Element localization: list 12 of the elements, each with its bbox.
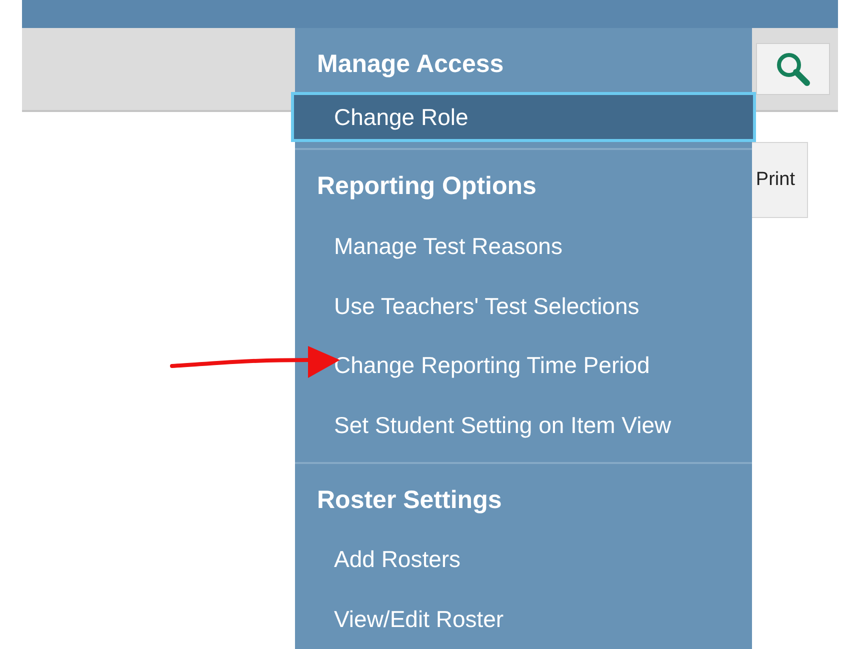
menu-item[interactable]: View/Edit Roster <box>295 589 752 649</box>
search-icon <box>775 51 811 87</box>
search-button[interactable] <box>756 43 830 95</box>
menu-item[interactable]: Change Reporting Time Period <box>295 336 752 396</box>
menu-item[interactable]: Manage Test Reasons <box>295 216 752 276</box>
menu-section-heading: Reporting Options <box>316 171 538 202</box>
menu-section-heading: Roster Settings <box>316 484 503 516</box>
menu-item[interactable]: Change Role <box>291 92 756 142</box>
menu-item[interactable]: Set Student Setting on Item View <box>295 396 752 456</box>
menu-item[interactable]: Use Teachers' Test Selections <box>295 276 752 336</box>
menu-section-heading: Manage Access <box>316 49 505 80</box>
menu-item[interactable]: Add Rosters <box>295 529 752 590</box>
